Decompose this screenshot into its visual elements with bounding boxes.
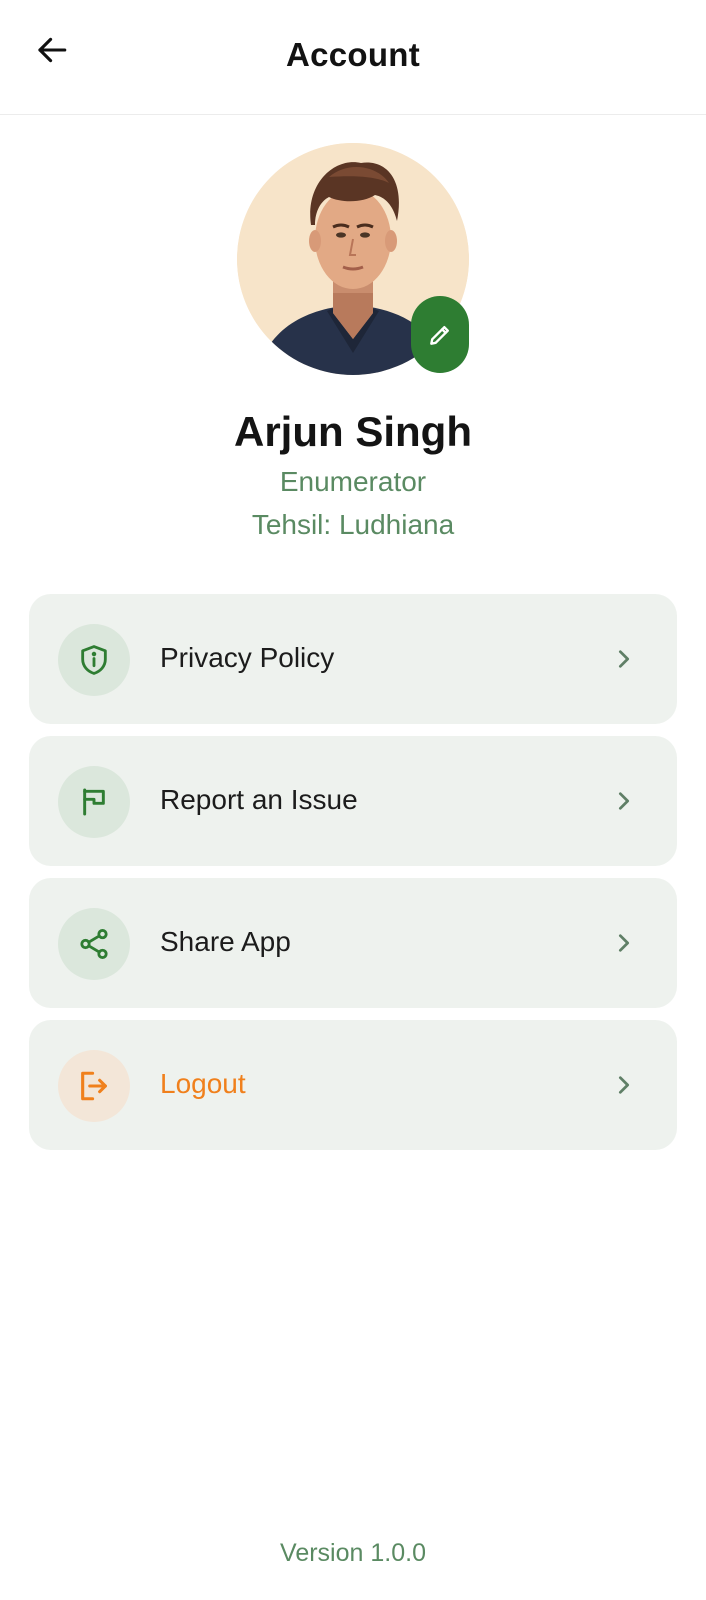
menu-item-label: Report an Issue — [160, 784, 358, 815]
app-header: Account — [0, 0, 706, 115]
profile-avatar-container — [237, 143, 469, 375]
profile-role: Enumerator — [279, 466, 427, 497]
menu-icon-container — [58, 908, 130, 980]
chevron-right-icon — [609, 786, 639, 816]
menu-item-label: Privacy Policy — [160, 642, 335, 673]
chevron-right-icon — [609, 928, 639, 958]
flag-icon — [83, 788, 105, 816]
menu-item-label: Share App — [160, 926, 291, 957]
menu-icon-container — [58, 766, 130, 838]
menu-item-label: Logout — [160, 1068, 246, 1099]
chevron-right-icon — [609, 1070, 639, 1100]
shield-info-icon — [81, 645, 107, 675]
menu-item-logout[interactable]: Logout — [29, 1020, 677, 1150]
menu-item-privacy-policy[interactable]: Privacy Policy — [29, 594, 677, 724]
menu-item-share-app[interactable]: Share App — [29, 878, 677, 1008]
menu-icon-container — [58, 1050, 130, 1122]
profile-name: Arjun Singh — [234, 408, 472, 455]
edit-profile-button[interactable] — [411, 296, 469, 373]
pencil-icon — [430, 325, 449, 345]
menu-icon-container — [58, 624, 130, 696]
logout-icon — [81, 1071, 107, 1101]
chevron-right-icon — [609, 644, 639, 674]
share-icon — [80, 928, 108, 960]
profile-tehsil: Tehsil: Ludhiana — [251, 509, 455, 540]
menu-item-report-issue[interactable]: Report an Issue — [29, 736, 677, 866]
app-version: Version 1.0.0 — [280, 1539, 426, 1567]
account-screen: Account Arjun Singh Enumerator Tehsil: L… — [0, 0, 706, 1600]
page-title: Account — [285, 36, 421, 73]
